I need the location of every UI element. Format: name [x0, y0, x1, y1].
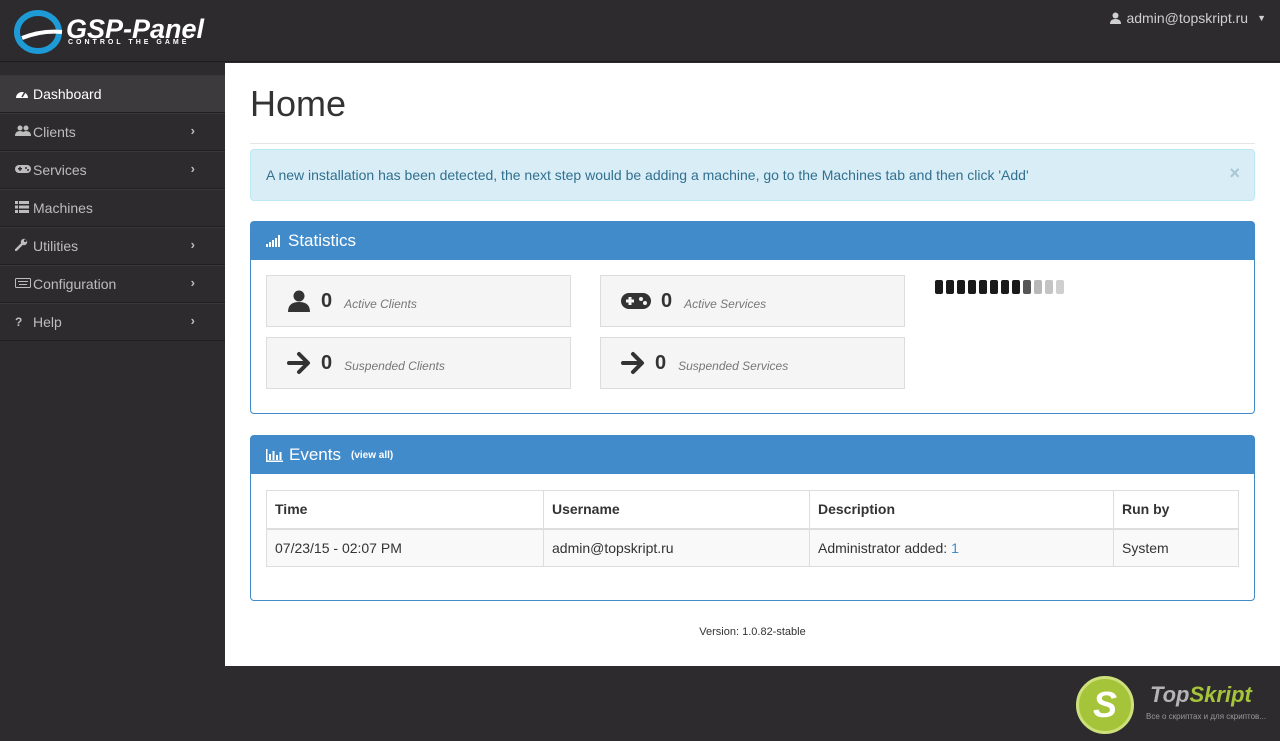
sidebar-item-label: Configuration — [33, 276, 117, 292]
stat-label: Suspended Services — [678, 359, 789, 373]
stat-value: 0 — [321, 289, 333, 312]
signal-bars-icon — [266, 235, 280, 247]
description-link[interactable]: 1 — [951, 540, 959, 556]
cell-time: 07/23/15 - 02:07 PM — [266, 528, 544, 567]
bar-chart-icon — [266, 448, 283, 462]
sidebar-item-clients[interactable]: Clients › — [0, 113, 225, 151]
title-divider — [250, 143, 1255, 144]
gamepad-icon — [621, 293, 651, 309]
stat-value: 0 — [321, 351, 333, 374]
sidebar-item-label: Help — [33, 314, 62, 330]
topskript-watermark: S TopSkript Все о скриптах и для скрипто… — [1076, 672, 1266, 736]
sidebar-item-utilities[interactable]: Utilities › — [0, 227, 225, 265]
stat-label: Active Clients — [344, 297, 417, 311]
sidebar-item-label: Machines — [33, 200, 93, 216]
events-title: Events — [289, 445, 341, 464]
watermark-name-a: Top — [1150, 682, 1190, 707]
loading-indicator — [935, 280, 1064, 294]
chevron-right-icon: › — [190, 161, 195, 176]
events-heading: Events (view all) — [251, 436, 1254, 474]
watermark-name: TopSkript — [1150, 682, 1252, 708]
users-icon — [15, 125, 33, 140]
dashboard-icon — [15, 87, 33, 102]
cell-run-by: System — [1113, 528, 1239, 567]
sidebar-item-machines[interactable]: Machines — [0, 189, 225, 227]
arrow-right-icon — [621, 352, 644, 374]
alert-message: A new installation has been detected, th… — [266, 167, 1029, 183]
caret-down-icon: ▼ — [1257, 13, 1266, 23]
keyboard-icon — [15, 277, 33, 291]
sidebar-item-configuration[interactable]: Configuration › — [0, 265, 225, 303]
wrench-icon — [14, 238, 33, 254]
close-icon[interactable]: × — [1229, 163, 1240, 184]
events-panel: Events (view all) Time Username Descript… — [250, 435, 1255, 601]
events-table: Time Username Description Run by 07/23/1… — [266, 490, 1239, 567]
sidebar-item-label: Dashboard — [33, 86, 102, 102]
chevron-right-icon: › — [190, 237, 195, 252]
column-header-username[interactable]: Username — [543, 490, 810, 530]
chevron-right-icon: › — [190, 313, 195, 328]
sidebar-item-label: Clients — [33, 124, 76, 140]
gamepad-icon — [15, 163, 33, 177]
chevron-right-icon: › — [190, 123, 195, 138]
stat-suspended-clients: 0 Suspended Clients — [266, 337, 571, 389]
stat-label: Active Services — [684, 297, 767, 311]
view-all-link[interactable]: (view all) — [351, 450, 393, 461]
brand-tagline: CONTROL THE GAME — [68, 39, 190, 46]
stat-active-services: 0 Active Services — [600, 275, 905, 327]
stat-active-clients: 0 Active Clients — [266, 275, 571, 327]
sidebar-item-dashboard[interactable]: Dashboard — [0, 75, 225, 113]
logo-swoosh-icon — [14, 10, 63, 54]
arrow-right-icon — [287, 352, 310, 374]
column-header-time[interactable]: Time — [266, 490, 544, 530]
statistics-panel: Statistics 0 Active Clients 0 Active Ser… — [250, 221, 1255, 414]
user-icon — [1110, 12, 1122, 24]
table-row: 07/23/15 - 02:07 PM admin@topskript.ru A… — [266, 528, 1239, 567]
cell-description: Administrator added: 1 — [809, 528, 1114, 567]
info-alert: A new installation has been detected, th… — [250, 149, 1255, 201]
stat-suspended-services: 0 Suspended Services — [600, 337, 905, 389]
column-header-description[interactable]: Description — [809, 490, 1114, 530]
sidebar-item-label: Services — [33, 162, 87, 178]
stat-label: Suspended Clients — [344, 359, 445, 373]
stat-value: 0 — [655, 351, 667, 374]
watermark-name-b: Skript — [1189, 682, 1252, 707]
watermark-subtitle: Все о скриптах и для скриптов... — [1146, 712, 1266, 721]
column-header-run-by[interactable]: Run by — [1113, 490, 1239, 530]
top-navbar: GSP-Panel CONTROL THE GAME admin@topskri… — [0, 0, 1280, 62]
watermark-badge: S — [1076, 676, 1134, 734]
table-header-row: Time Username Description Run by — [266, 490, 1239, 530]
user-menu[interactable]: admin@topskript.ru ▼ — [1110, 10, 1266, 26]
description-text: Administrator added: — [818, 539, 952, 556]
page-title: Home — [250, 83, 347, 124]
sidebar-item-help[interactable]: ? Help › — [0, 303, 225, 341]
stat-value: 0 — [661, 289, 673, 312]
user-email: admin@topskript.ru — [1126, 10, 1249, 26]
version-text: Version: 1.0.82-stable — [699, 626, 806, 638]
statistics-heading: Statistics — [251, 222, 1254, 260]
chevron-right-icon: › — [190, 275, 195, 290]
main-content: Home A new installation has been detecte… — [225, 63, 1280, 666]
sidebar-item-services[interactable]: Services › — [0, 151, 225, 189]
sidebar-item-label: Utilities — [33, 238, 79, 254]
cell-username: admin@topskript.ru — [543, 528, 810, 567]
brand-logo[interactable]: GSP-Panel CONTROL THE GAME — [14, 8, 214, 56]
list-icon — [15, 200, 33, 216]
statistics-title: Statistics — [288, 231, 357, 250]
user-icon — [288, 290, 310, 312]
question-icon: ? — [15, 315, 23, 329]
sidebar: Dashboard Clients › Services › Machines … — [0, 75, 225, 341]
